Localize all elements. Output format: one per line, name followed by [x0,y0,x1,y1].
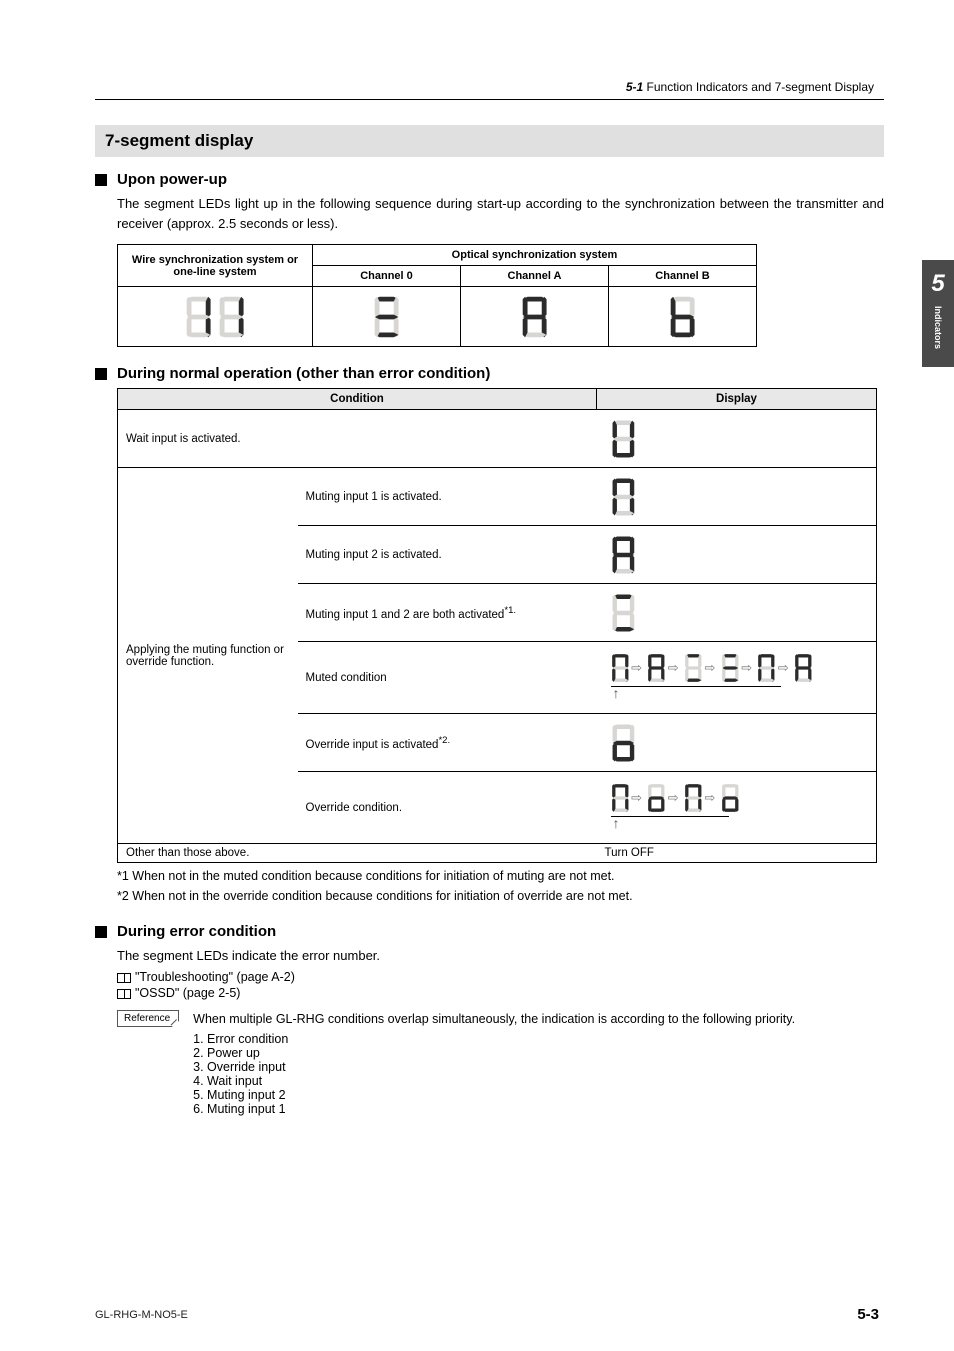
header-rule [95,99,884,100]
arrow-icon: ⇨ [631,790,642,805]
sync-disp-chA [461,287,609,347]
cond-group: Applying the muting function or override… [118,468,298,844]
ref-item: 6. Muting input 1 [193,1102,833,1116]
xref1-text: "Troubleshooting" (page A-2) [135,970,295,984]
sync-head-ch0: Channel 0 [313,266,461,287]
ref-item: 5. Muting input 2 [193,1088,833,1102]
running-header-num: 5-1 [626,80,643,94]
ref-item: 2. Power up [193,1046,833,1060]
cond-head-condition: Condition [118,389,597,410]
cond-m12-text: Muting input 1 and 2 are both activated [306,609,505,621]
footnote-1: *1 When not in the muted condition becau… [117,869,884,883]
loop-back-arrow-icon: ↑ [613,815,620,831]
cond-m12: Muting input 1 and 2 are both activated*… [298,584,597,642]
ref-item: 1. Error condition [193,1032,833,1046]
subhead-normal: During normal operation (other than erro… [95,365,884,382]
book-icon [117,989,131,999]
running-header-title: Function Indicators and 7-segment Displa… [647,80,874,94]
cond-m12-sup: *1. [504,605,516,616]
arrow-icon: ⇨ [668,660,679,675]
cond-ovr-in-disp [597,714,877,772]
subhead-normal-text: During normal operation (other than erro… [117,365,490,382]
xref-troubleshooting: "Troubleshooting" (page A-2) [117,970,884,984]
cond-other-disp: Turn OFF [597,844,877,863]
condition-table: Condition Display Wait input is activate… [117,388,877,863]
cond-ovr-cond-disp: ⇨ ⇨ ⇨ ↑ [597,772,877,844]
cond-muted-disp: ⇨ ⇨ ⇨ ⇨ ⇨ ↑ [597,642,877,714]
cond-ovr-in: Override input is activated*2. [298,714,597,772]
reference-list: 1. Error condition 2. Power up 3. Overri… [193,1032,833,1116]
subhead-powerup-text: Upon power-up [117,171,227,188]
sync-disp-chB [609,287,757,347]
section-title: 7-segment display [95,125,884,157]
cond-wait-disp [597,410,877,468]
ref-item: 4. Wait input [193,1074,833,1088]
sync-head-wire-l2: one-line system [173,266,256,278]
book-icon [117,973,131,983]
cond-head-display: Display [597,389,877,410]
ref-item: 3. Override input [193,1060,833,1074]
footer-left: GL-RHG-M-NO5-E [95,1309,188,1321]
sync-head-chB: Channel B [609,266,757,287]
sync-head-chA: Channel A [461,266,609,287]
cond-ovr-cond: Override condition. [298,772,597,844]
powerup-paragraph: The segment LEDs light up in the followi… [117,194,884,234]
arrow-icon: ⇨ [705,660,716,675]
arrow-icon: ⇨ [631,660,642,675]
sync-table: Wire synchronization system or one-line … [117,244,757,347]
sync-head-wire: Wire synchronization system or one-line … [118,245,313,287]
cond-m2-disp [597,526,877,584]
sync-head-wire-l1: Wire synchronization system or [132,254,298,266]
subhead-error-text: During error condition [117,923,276,940]
loop-underline [611,816,729,817]
sync-disp-wire [118,287,313,347]
reference-text: When multiple GL-RHG conditions overlap … [193,1010,833,1028]
xref2-text: "OSSD" (page 2-5) [135,986,240,1000]
subhead-powerup: Upon power-up [95,171,884,188]
xref-ossd: "OSSD" (page 2-5) [117,986,884,1000]
cond-muted: Muted condition [298,642,597,714]
arrow-icon: ⇨ [705,790,716,805]
reference-block: Reference When multiple GL-RHG condition… [117,1010,884,1115]
square-bullet-icon [95,174,107,186]
square-bullet-icon [95,926,107,938]
subhead-error: During error condition [95,923,884,940]
cond-ovr-in-sup: *2. [438,735,450,746]
square-bullet-icon [95,368,107,380]
cond-m1: Muting input 1 is activated. [298,468,597,526]
cond-m2: Muting input 2 is activated. [298,526,597,584]
arrow-icon: ⇨ [778,660,789,675]
error-paragraph: The segment LEDs indicate the error numb… [117,946,884,966]
footnote-2: *2 When not in the override condition be… [117,889,884,903]
arrow-icon: ⇨ [741,660,752,675]
loop-back-arrow-icon: ↑ [613,685,620,701]
sync-head-optical: Optical synchronization system [313,245,757,266]
loop-underline [611,686,781,687]
reference-label-box: Reference [117,1010,179,1027]
cond-m1-disp [597,468,877,526]
sync-disp-ch0 [313,287,461,347]
cond-ovr-in-text: Override input is activated [306,739,439,751]
running-header: 5-1 Function Indicators and 7-segment Di… [95,80,884,94]
cond-other: Other than those above. [118,844,597,863]
cond-wait: Wait input is activated. [118,410,597,468]
cond-m12-disp [597,584,877,642]
arrow-icon: ⇨ [668,790,679,805]
footer-right: 5-3 [857,1306,879,1323]
